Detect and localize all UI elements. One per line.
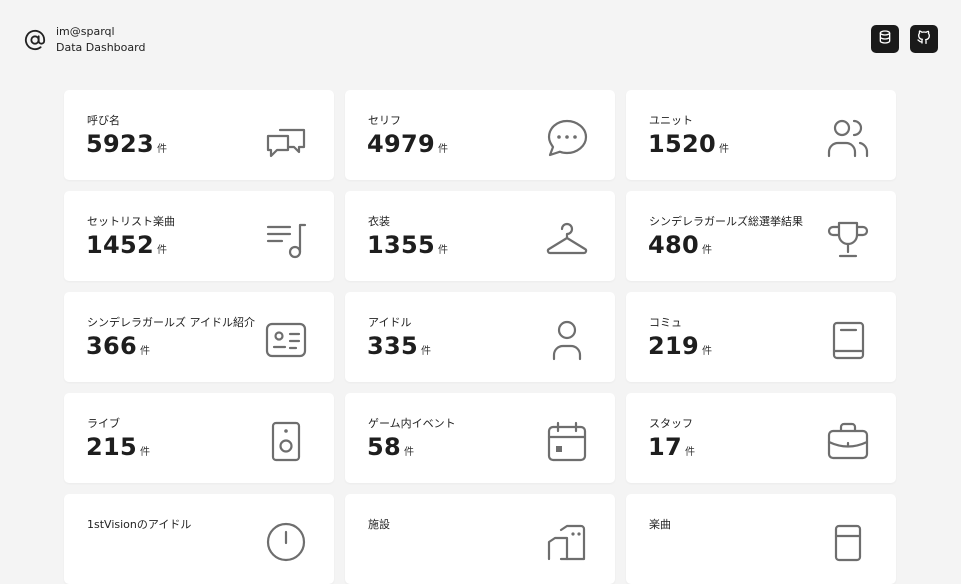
at-sign-icon [24, 29, 46, 51]
stat-card-costume[interactable]: 衣装 1355 件 [345, 191, 615, 281]
card-label: スタッフ [649, 417, 693, 430]
stat-card-commu[interactable]: コミュ 219 件 [626, 292, 896, 382]
card-label: セットリスト楽曲 [87, 215, 175, 228]
card-label: 1stVisionのアイドル [87, 518, 192, 531]
card-unit: 件 [157, 144, 167, 155]
stats-grid: 呼び名 5923 件 セリフ 4979 件 ユニット 1520 件 セットリスト楽曲 … [64, 90, 896, 584]
stat-card-election[interactable]: シンデレラガールズ総選挙結果 480 件 [626, 191, 896, 281]
card-unit: 件 [140, 346, 150, 357]
card-label: セリフ [368, 114, 401, 127]
card-label: 施設 [368, 518, 390, 531]
stat-card-idol-intro[interactable]: シンデレラガールズ アイドル紹介 366 件 [64, 292, 334, 382]
building-icon [545, 520, 589, 564]
stat-card-1stvision[interactable]: 1stVisionのアイドル [64, 494, 334, 584]
card-count: 5923 [86, 130, 154, 158]
card-count: 219 [648, 332, 699, 360]
card-label: コミュ [649, 316, 682, 329]
card-count: 1452 [86, 231, 154, 259]
card-label: ゲーム内イベント [368, 417, 456, 430]
card-count: 335 [367, 332, 418, 360]
card-unit: 件 [404, 447, 414, 458]
card-unit: 件 [140, 447, 150, 458]
card-count: 58 [367, 433, 401, 461]
card-label: 楽曲 [649, 518, 671, 531]
trophy-icon [826, 217, 870, 261]
card-count: 480 [648, 231, 699, 259]
card-label: ライブ [87, 417, 120, 430]
stat-card-serif[interactable]: セリフ 4979 件 [345, 90, 615, 180]
stat-card-live[interactable]: ライブ 215 件 [64, 393, 334, 483]
stat-card-setlist[interactable]: セットリスト楽曲 1452 件 [64, 191, 334, 281]
hanger-icon [545, 217, 589, 261]
stat-card-facility[interactable]: 施設 [345, 494, 615, 584]
card-unit: 件 [702, 346, 712, 357]
card-count: 1520 [648, 130, 716, 158]
speech-bubble-icon [545, 116, 589, 160]
stat-card-idol[interactable]: アイドル 335 件 [345, 292, 615, 382]
github-button[interactable] [910, 25, 938, 53]
stat-card-unit[interactable]: ユニット 1520 件 [626, 90, 896, 180]
brand-link[interactable]: im@sparql Data Dashboard [24, 24, 145, 56]
card-label: 衣装 [368, 215, 390, 228]
music-list-icon [264, 217, 308, 261]
briefcase-icon [826, 419, 870, 463]
card-unit: 件 [157, 245, 167, 256]
card-label: シンデレラガールズ総選挙結果 [649, 215, 803, 228]
stat-card-song[interactable]: 楽曲 [626, 494, 896, 584]
card-count: 366 [86, 332, 137, 360]
card-count: 1355 [367, 231, 435, 259]
database-button[interactable] [871, 25, 899, 53]
book-icon [826, 318, 870, 362]
card-count: 4979 [367, 130, 435, 158]
github-icon [916, 29, 932, 49]
stat-card-callname[interactable]: 呼び名 5923 件 [64, 90, 334, 180]
users-icon [826, 116, 870, 160]
card-unit: 件 [438, 144, 448, 155]
music-icon [826, 520, 870, 564]
database-icon [877, 29, 893, 49]
card-unit: 件 [438, 245, 448, 256]
card-unit: 件 [685, 447, 695, 458]
stat-card-staff[interactable]: スタッフ 17 件 [626, 393, 896, 483]
card-count: 17 [648, 433, 682, 461]
card-unit: 件 [702, 245, 712, 256]
card-unit: 件 [421, 346, 431, 357]
user-icon [545, 318, 589, 362]
header: im@sparql Data Dashboard [0, 0, 961, 80]
brand-subtitle: Data Dashboard [56, 41, 146, 54]
card-label: ユニット [649, 114, 693, 127]
stat-card-event[interactable]: ゲーム内イベント 58 件 [345, 393, 615, 483]
clock-icon [264, 520, 308, 564]
speaker-icon [264, 419, 308, 463]
id-card-icon [264, 318, 308, 362]
card-count: 215 [86, 433, 137, 461]
card-label: アイドル [368, 316, 412, 329]
chat-bubbles-icon [264, 116, 308, 160]
card-label: 呼び名 [87, 114, 120, 127]
calendar-icon [545, 419, 589, 463]
card-unit: 件 [719, 144, 729, 155]
brand-name: im@sparql [56, 25, 115, 38]
card-label: シンデレラガールズ アイドル紹介 [87, 316, 255, 329]
